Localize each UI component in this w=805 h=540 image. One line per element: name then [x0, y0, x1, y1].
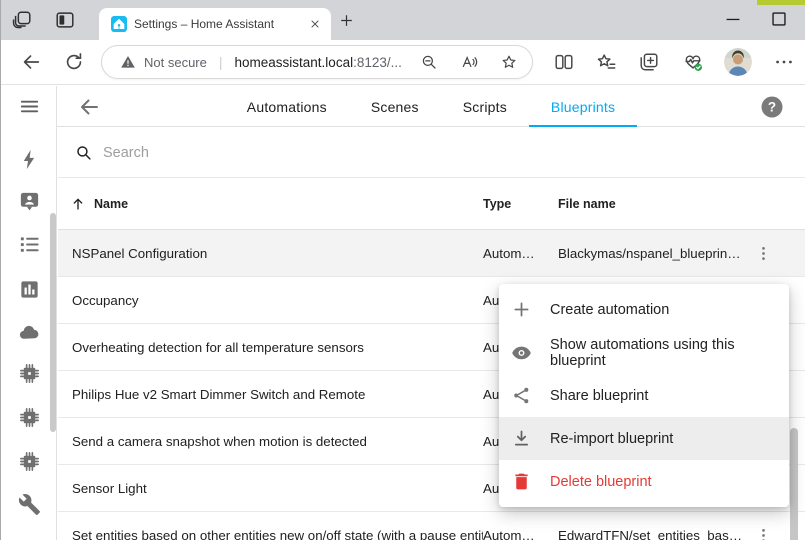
lightning-icon[interactable]: [18, 148, 41, 171]
tab-blueprints[interactable]: Blueprints: [529, 86, 637, 127]
menu-item-reimport-blueprint[interactable]: Re-import blueprint: [499, 417, 789, 460]
sort-ascending-icon: [70, 196, 86, 212]
tab-close-icon[interactable]: [307, 16, 323, 32]
browser-window: Settings – Home Assistant: [0, 0, 805, 540]
blueprint-name: Send a camera snapshot when motion is de…: [58, 434, 483, 449]
menu-item-label: Re-import blueprint: [550, 431, 673, 447]
more-icon[interactable]: [773, 51, 795, 73]
chip-icon[interactable]: [18, 406, 41, 429]
blueprint-name: Sensor Light: [58, 481, 483, 496]
blueprint-context-menu: Create automation Show automations using…: [499, 284, 789, 507]
import-icon: [511, 428, 532, 449]
search-placeholder: Search: [103, 145, 149, 161]
main-scrollbar[interactable]: [790, 428, 798, 540]
screen-edge-accent: [757, 0, 805, 5]
menu-item-delete-blueprint[interactable]: Delete blueprint: [499, 460, 789, 503]
url-suffix: :8123/...: [353, 55, 402, 70]
voice-person-icon[interactable]: [18, 190, 41, 213]
eye-icon: [511, 342, 532, 363]
bar-chart-icon[interactable]: [18, 278, 41, 301]
menu-icon[interactable]: [18, 95, 41, 118]
help-icon[interactable]: ?: [760, 95, 784, 119]
table-header: Name Type File name: [58, 178, 805, 230]
menu-item-label: Delete blueprint: [550, 474, 652, 490]
address-bar[interactable]: Not secure | homeassistant.local:8123/..…: [101, 45, 533, 79]
url-text[interactable]: homeassistant.local:8123/...: [235, 55, 402, 70]
security-label[interactable]: Not secure: [144, 55, 207, 70]
browser-essentials-icon[interactable]: [682, 51, 704, 73]
tab-scripts[interactable]: Scripts: [441, 86, 529, 127]
trash-icon: [511, 471, 532, 492]
search-icon: [75, 144, 92, 161]
menu-item-create-automation[interactable]: Create automation: [499, 288, 789, 331]
blueprint-name: Philips Hue v2 Smart Dimmer Switch and R…: [58, 387, 483, 402]
back-icon[interactable]: [20, 51, 42, 73]
cloud-icon[interactable]: [18, 321, 41, 344]
browser-tab[interactable]: Settings – Home Assistant: [99, 8, 331, 40]
app-tab-bar: Automations Scenes Scripts Blueprints: [57, 86, 805, 127]
maximize-icon[interactable]: [768, 8, 790, 30]
plus-icon: [511, 299, 532, 320]
blueprint-name: Occupancy: [58, 293, 483, 308]
blueprint-file: Blackymas/nspanel_blueprin…: [558, 246, 748, 261]
menu-item-label: Create automation: [550, 302, 669, 318]
tab-scenes[interactable]: Scenes: [349, 86, 441, 127]
row-menu-icon[interactable]: [748, 526, 778, 540]
blueprint-file: EdwardTFN/set_entities_bas…: [558, 528, 748, 540]
list-icon[interactable]: [18, 233, 41, 256]
workspaces-icon[interactable]: [11, 9, 33, 31]
menu-item-share-blueprint[interactable]: Share blueprint: [499, 374, 789, 417]
blueprint-name: Set entities based on other entities new…: [58, 528, 483, 540]
url-host: homeassistant.local: [235, 55, 354, 70]
share-icon: [511, 385, 532, 406]
wrench-icon[interactable]: [18, 493, 41, 516]
favorite-star-icon[interactable]: [500, 53, 518, 71]
blueprint-name: NSPanel Configuration: [58, 246, 483, 261]
tab-strip: Settings – Home Assistant: [1, 0, 805, 40]
column-name-label: Name: [94, 197, 128, 211]
tab-panel-icon[interactable]: [54, 9, 76, 31]
zoom-out-icon[interactable]: [420, 53, 438, 71]
blueprint-type: Autom…: [483, 246, 558, 261]
sidebar-scrollbar[interactable]: [50, 213, 56, 432]
not-secure-warning-icon: [120, 54, 136, 70]
menu-item-show-automations[interactable]: Show automations using this blueprint: [499, 331, 789, 374]
column-type[interactable]: Type: [483, 197, 558, 211]
minimize-icon[interactable]: [722, 8, 744, 30]
read-aloud-icon[interactable]: [460, 53, 478, 71]
blueprint-type: Autom…: [483, 528, 558, 540]
search-bar[interactable]: Search: [58, 128, 805, 178]
profile-avatar[interactable]: [724, 48, 752, 76]
app-sidebar: [1, 86, 57, 540]
svg-text:?: ?: [768, 100, 776, 115]
row-menu-icon[interactable]: [748, 244, 778, 263]
table-row[interactable]: Set entities based on other entities new…: [58, 512, 805, 540]
column-file[interactable]: File name: [558, 197, 748, 211]
favorites-hub-icon[interactable]: [595, 51, 617, 73]
chip-icon[interactable]: [18, 362, 41, 385]
chip-icon[interactable]: [18, 450, 41, 473]
menu-item-label: Show automations using this blueprint: [550, 337, 789, 369]
tab-automations[interactable]: Automations: [225, 86, 349, 127]
column-name[interactable]: Name: [58, 196, 483, 212]
refresh-icon[interactable]: [63, 51, 85, 73]
collections-add-icon[interactable]: [638, 51, 660, 73]
home-assistant-favicon: [111, 16, 127, 32]
app-header: Automations Scenes Scripts Blueprints ?: [1, 86, 805, 127]
tab-title: Settings – Home Assistant: [134, 17, 307, 31]
table-row[interactable]: NSPanel Configuration Autom… Blackymas/n…: [58, 230, 805, 277]
split-screen-icon[interactable]: [553, 51, 575, 73]
blueprint-name: Overheating detection for all temperatur…: [58, 340, 483, 355]
new-tab-icon[interactable]: [338, 12, 355, 29]
address-separator: |: [215, 54, 227, 70]
menu-item-label: Share blueprint: [550, 388, 648, 404]
